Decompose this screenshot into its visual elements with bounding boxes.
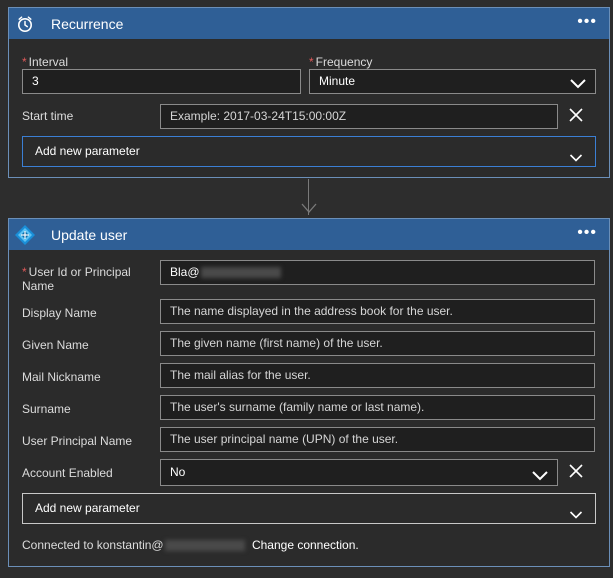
given-name-input[interactable]: The given name (first name) of the user. (160, 331, 595, 356)
chevron-down-icon (569, 502, 583, 531)
upn-label: User Principal Name (22, 434, 133, 448)
required-marker: * (22, 265, 27, 279)
remove-start-time-icon[interactable] (569, 108, 583, 125)
redacted-text (164, 540, 245, 552)
frequency-select[interactable]: Minute (309, 69, 596, 94)
account-enabled-select[interactable]: No (160, 459, 558, 486)
add-parameter-label: Add new parameter (35, 501, 140, 515)
user-id-value: Bla@ (170, 265, 200, 279)
connection-prefix: Connected to konstantin@ (22, 538, 164, 552)
user-id-input[interactable]: Bla@ (160, 260, 595, 285)
user-id-label: * User Id or Principal Name (22, 265, 131, 293)
arrow-down-icon (301, 203, 317, 213)
required-marker: * (309, 55, 314, 69)
update-user-card: Update user ••• * User Id or Principal Na… (8, 218, 610, 567)
upn-input[interactable]: The user principal name (UPN) of the use… (160, 427, 595, 452)
frequency-value: Minute (319, 74, 356, 88)
chevron-down-icon (569, 75, 587, 98)
change-connection-link[interactable]: Change connection. (252, 538, 359, 552)
display-name-label: Display Name (22, 306, 97, 320)
connection-info: Connected to konstantin@ Change connecti… (22, 538, 359, 552)
frequency-label: * Frequency (309, 55, 373, 69)
remove-account-enabled-icon[interactable] (569, 464, 583, 481)
recurrence-title: Recurrence (51, 15, 124, 32)
account-enabled-value: No (170, 465, 186, 479)
interval-label: * Interval (22, 55, 69, 69)
redacted-text (200, 267, 281, 279)
display-name-input[interactable]: The name displayed in the address book f… (160, 299, 595, 324)
mail-nickname-label: Mail Nickname (22, 370, 101, 384)
interval-input[interactable]: 3 (22, 69, 301, 94)
account-enabled-label: Account Enabled (22, 466, 113, 480)
recurrence-card: Recurrence ••• * Interval 3 * Frequency Mi… (8, 7, 610, 178)
update-user-title: Update user (51, 226, 128, 243)
recurrence-header[interactable]: Recurrence ••• (9, 8, 609, 39)
add-parameter-label: Add new parameter (35, 144, 140, 158)
recurrence-add-parameter-dropdown[interactable]: Add new parameter (22, 136, 596, 167)
update-user-more-button[interactable]: ••• (577, 225, 597, 241)
alarm-clock-icon (9, 8, 41, 39)
chevron-down-icon (531, 466, 549, 491)
update-user-add-parameter-dropdown[interactable]: Add new parameter (22, 493, 596, 524)
given-name-label: Given Name (22, 338, 89, 352)
recurrence-more-button[interactable]: ••• (577, 14, 597, 30)
chevron-down-icon (569, 145, 583, 174)
surname-label: Surname (22, 402, 71, 416)
start-time-label: Start time (22, 109, 74, 123)
azure-ad-icon (9, 219, 41, 250)
required-marker: * (22, 55, 27, 69)
start-time-input[interactable]: Example: 2017-03-24T15:00:00Z (160, 104, 558, 129)
surname-input[interactable]: The user's surname (family name or last … (160, 395, 595, 420)
update-user-header[interactable]: Update user ••• (9, 219, 609, 250)
mail-nickname-input[interactable]: The mail alias for the user. (160, 363, 595, 388)
